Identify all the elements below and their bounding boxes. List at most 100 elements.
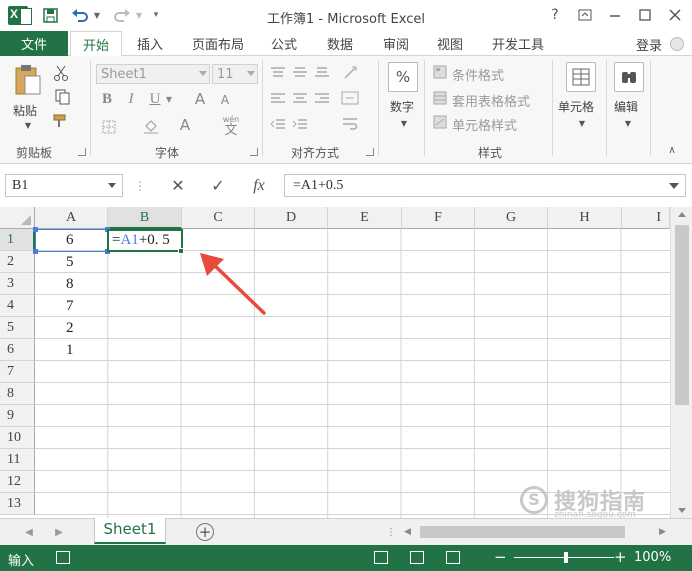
normal-view-icon[interactable] [374, 551, 388, 564]
zoom-slider-thumb[interactable] [564, 552, 568, 563]
minimize-icon[interactable] [600, 5, 630, 25]
row-header-3[interactable]: 3 [0, 273, 35, 295]
page-break-view-icon[interactable] [446, 551, 460, 564]
confirm-entry-button[interactable]: ✓ [204, 174, 232, 197]
zoom-out-icon[interactable]: − [494, 548, 507, 566]
cell-b1-editor[interactable]: =A1+0. 5 [107, 229, 183, 252]
column-header-a[interactable]: A [35, 207, 108, 229]
maximize-icon[interactable] [630, 5, 660, 25]
vertical-scrollbar[interactable] [670, 207, 692, 518]
tab-data[interactable]: 数据 [318, 31, 362, 56]
shrink-font-button[interactable]: A [216, 92, 234, 108]
name-box[interactable]: B1 [5, 174, 123, 197]
wrap-text-icon[interactable] [338, 114, 362, 134]
help-button[interactable]: ? [540, 5, 570, 25]
cell-a2[interactable]: 5 [66, 251, 74, 273]
number-format-icon[interactable]: % [388, 62, 418, 92]
clipboard-launcher-icon[interactable] [78, 148, 86, 156]
vertical-scroll-thumb[interactable] [675, 225, 689, 405]
horizontal-scroll-thumb[interactable] [420, 526, 625, 538]
editing-label[interactable]: 编辑 [614, 98, 638, 115]
format-painter-icon[interactable] [52, 112, 70, 130]
font-launcher-icon[interactable] [250, 148, 258, 156]
tab-developer[interactable]: 开发工具 [482, 31, 554, 56]
column-header-d[interactable]: D [255, 207, 328, 229]
expand-formula-bar-icon[interactable] [669, 183, 679, 189]
underline-dropdown-icon[interactable]: ▼ [164, 92, 174, 106]
column-header-i[interactable]: I [622, 207, 670, 229]
editing-dropdown-icon[interactable]: ▼ [622, 118, 634, 128]
next-sheet-icon[interactable]: ▶ [52, 525, 66, 539]
ribbon-display-options-icon[interactable] [570, 5, 600, 25]
borders-icon[interactable] [98, 118, 120, 136]
font-size-combo[interactable]: 11 [212, 64, 258, 84]
decrease-indent-icon[interactable] [268, 116, 288, 132]
bottom-align-icon[interactable] [312, 64, 332, 80]
zoom-level[interactable]: 100% [634, 550, 671, 565]
cell-styles-icon[interactable] [432, 114, 448, 130]
merge-center-icon[interactable] [338, 88, 362, 108]
cell-a5[interactable]: 2 [66, 317, 74, 339]
font-name-combo[interactable]: Sheet1 [96, 64, 210, 84]
tab-insert[interactable]: 插入 [128, 31, 172, 56]
column-header-g[interactable]: G [475, 207, 548, 229]
fill-handle[interactable] [178, 248, 184, 254]
tab-split-handle[interactable]: ⋮ [384, 525, 398, 539]
scroll-right-icon[interactable]: ▶ [659, 527, 666, 537]
row-header-2[interactable]: 2 [0, 251, 35, 273]
tab-formulas[interactable]: 公式 [262, 31, 306, 56]
paste-dropdown-icon[interactable]: ▼ [22, 120, 34, 130]
format-as-table-button[interactable]: 套用表格格式 [452, 91, 530, 110]
align-right-icon[interactable] [312, 90, 332, 106]
conditional-format-icon[interactable] [432, 64, 448, 80]
middle-align-icon[interactable] [290, 64, 310, 80]
row-header-9[interactable]: 9 [0, 405, 35, 427]
macro-record-icon[interactable] [56, 551, 70, 564]
row-header-4[interactable]: 4 [0, 295, 35, 317]
select-all-button[interactable] [0, 207, 35, 229]
phonetic-guide-button[interactable]: wén 文 [218, 112, 244, 140]
tab-view[interactable]: 视图 [428, 31, 472, 56]
user-icon[interactable] [670, 37, 684, 51]
cancel-entry-button[interactable]: ✕ [164, 174, 192, 197]
find-binoculars-icon[interactable] [614, 62, 644, 92]
tab-review[interactable]: 审阅 [374, 31, 418, 56]
underline-button[interactable]: U [146, 90, 164, 108]
orientation-icon[interactable] [338, 62, 362, 82]
sheet-tab-sheet1[interactable]: Sheet1 [94, 518, 166, 544]
row-header-1[interactable]: 1 [0, 229, 35, 251]
login-link[interactable]: 登录 [636, 35, 662, 54]
cells-icon[interactable] [566, 62, 596, 92]
formula-bar-resize-handle[interactable]: ⋮ [134, 174, 146, 197]
cell-a4[interactable]: 7 [66, 295, 74, 317]
row-header-12[interactable]: 12 [0, 471, 35, 493]
format-as-table-icon[interactable] [432, 90, 448, 106]
row-header-11[interactable]: 11 [0, 449, 35, 471]
add-sheet-button[interactable]: + [196, 523, 214, 541]
align-left-icon[interactable] [268, 90, 288, 106]
tab-home[interactable]: 开始 [70, 31, 122, 57]
column-header-f[interactable]: F [402, 207, 475, 229]
row-header-10[interactable]: 10 [0, 427, 35, 449]
number-dropdown-icon[interactable]: ▼ [398, 118, 410, 128]
column-header-e[interactable]: E [328, 207, 402, 229]
alignment-launcher-icon[interactable] [366, 148, 374, 156]
tab-page-layout[interactable]: 页面布局 [182, 31, 254, 56]
column-header-h[interactable]: H [548, 207, 622, 229]
cut-icon[interactable] [52, 64, 70, 82]
prev-sheet-icon[interactable]: ◀ [22, 525, 36, 539]
scroll-up-icon[interactable] [678, 212, 686, 217]
collapse-ribbon-icon[interactable]: ∧ [664, 144, 680, 156]
row-header-13[interactable]: 13 [0, 493, 35, 515]
font-color-button[interactable]: A [176, 116, 194, 134]
page-layout-view-icon[interactable] [410, 551, 424, 564]
zoom-in-icon[interactable]: + [614, 548, 627, 566]
fill-color-icon[interactable] [140, 116, 162, 136]
column-header-b[interactable]: B [108, 207, 182, 229]
name-box-dropdown-icon[interactable] [108, 183, 116, 188]
row-header-6[interactable]: 6 [0, 339, 35, 361]
cell-area[interactable] [35, 229, 670, 518]
horizontal-scrollbar[interactable]: ◀ ▶ [400, 524, 670, 540]
cells-label[interactable]: 单元格 [558, 98, 594, 115]
cell-a6[interactable]: 1 [66, 339, 74, 361]
